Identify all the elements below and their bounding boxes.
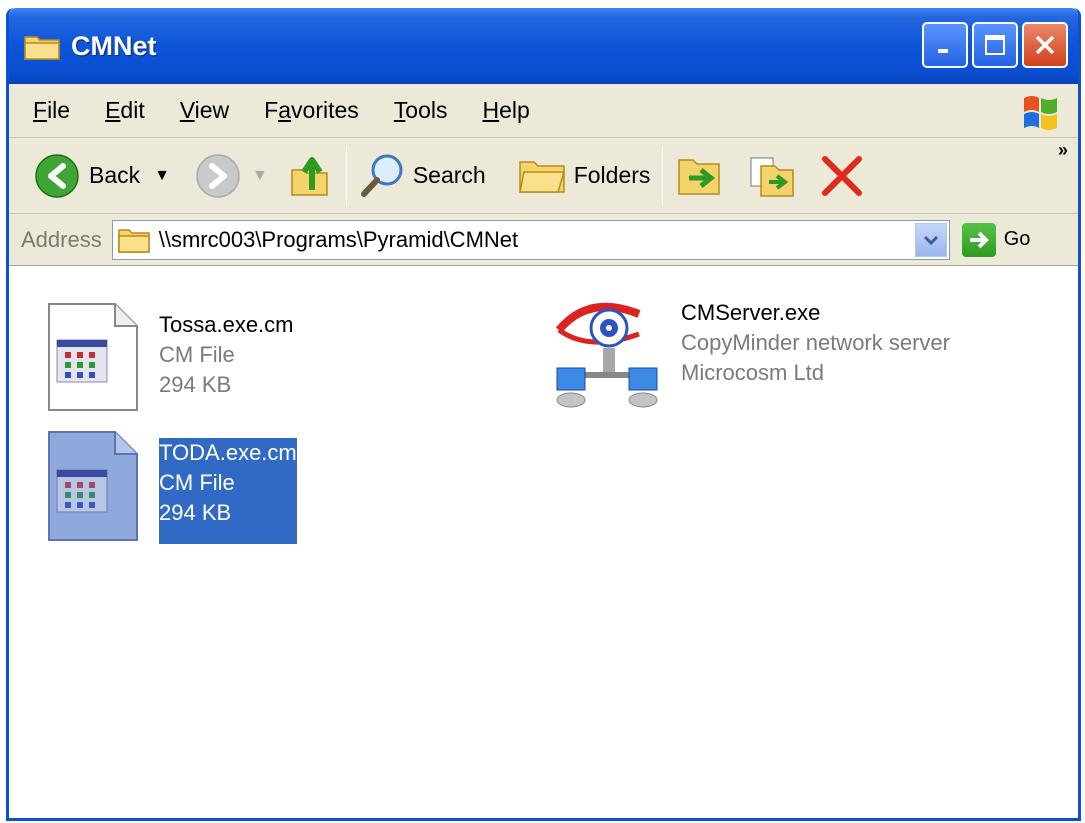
- file-size: 294 KB: [159, 372, 232, 397]
- maximize-button[interactable]: [972, 22, 1018, 68]
- address-input[interactable]: \\smrc003\Programs\Pyramid\CMNet: [111, 219, 950, 260]
- file-name: TODA.exe.cm: [159, 440, 297, 465]
- menu-view[interactable]: View: [180, 97, 229, 124]
- menu-edit[interactable]: Edit: [105, 97, 145, 124]
- close-icon: [1035, 35, 1055, 55]
- file-type: CM File: [159, 470, 235, 495]
- folders-label: Folders: [573, 162, 651, 188]
- move-to-icon: [678, 158, 721, 195]
- go-button[interactable]: Go: [961, 222, 1031, 257]
- up-folder-icon: [291, 156, 328, 196]
- cm-file-icon: [48, 303, 138, 411]
- search-button[interactable]: Search: [359, 152, 486, 200]
- copy-to-button[interactable]: [747, 152, 797, 200]
- menu-bar: File Edit View Favorites Tools Help: [9, 84, 1078, 138]
- up-folder-button[interactable]: [288, 152, 334, 200]
- move-to-button[interactable]: [675, 152, 725, 200]
- file-item-cmserver[interactable]: CMServer.exe CopyMinder network server M…: [553, 296, 950, 414]
- delete-button[interactable]: [819, 153, 865, 199]
- file-item-toda[interactable]: TODA.exe.cm CM File 294 KB: [45, 430, 297, 544]
- minimize-button[interactable]: [922, 22, 968, 68]
- file-size: 294 KB: [159, 500, 232, 525]
- file-name: Tossa.exe.cm: [159, 312, 294, 337]
- copy-to-icon: [750, 157, 795, 197]
- address-value: \\smrc003\Programs\Pyramid\CMNet: [158, 226, 519, 252]
- delete-icon: [822, 155, 863, 196]
- folders-icon: [518, 160, 565, 193]
- menu-tools[interactable]: Tools: [394, 97, 448, 124]
- menu-file[interactable]: File: [33, 97, 70, 124]
- menu-help[interactable]: Help: [482, 97, 529, 124]
- menu-favorites[interactable]: Favorites: [264, 97, 359, 124]
- minimize-icon: [938, 49, 948, 53]
- maximize-icon: [985, 35, 1005, 55]
- network-server-icon: [555, 302, 658, 408]
- file-type: CopyMinder network server: [681, 330, 950, 355]
- address-label: Address: [21, 226, 102, 252]
- file-details: CMServer.exe CopyMinder network server M…: [681, 298, 950, 414]
- address-dropdown-button[interactable]: [914, 222, 947, 257]
- back-button[interactable]: Back ▼: [33, 152, 170, 200]
- close-button[interactable]: [1022, 22, 1068, 68]
- cm-file-icon: [48, 431, 138, 541]
- explorer-window: CMNet File Edit View Favorites Tools Hel…: [6, 8, 1081, 821]
- file-name: CMServer.exe: [681, 300, 821, 325]
- window-title: CMNet: [71, 30, 157, 61]
- windows-logo-icon: [1018, 88, 1064, 134]
- file-type: CM File: [159, 342, 235, 367]
- standard-toolbar: Back ▼ ▼ Search Folders »: [9, 138, 1078, 214]
- file-item-tossa[interactable]: Tossa.exe.cm CM File 294 KB: [45, 302, 294, 414]
- forward-dropdown-icon[interactable]: ▼: [252, 167, 268, 185]
- search-icon: [360, 154, 403, 197]
- toolbar-separator: [345, 146, 347, 205]
- go-label: Go: [1003, 228, 1031, 250]
- file-list: Tossa.exe.cm CM File 294 KB CMServer.exe…: [9, 266, 1078, 818]
- folder-icon: [117, 228, 150, 253]
- toolbar-overflow-icon[interactable]: »: [1058, 140, 1068, 161]
- forward-button[interactable]: ▼: [194, 152, 268, 200]
- back-dropdown-icon[interactable]: ▼: [154, 167, 170, 185]
- search-label: Search: [412, 162, 486, 188]
- window-controls: [922, 22, 1068, 68]
- file-details: Tossa.exe.cm CM File 294 KB: [159, 310, 294, 414]
- back-arrow-icon: [35, 153, 79, 198]
- file-details: TODA.exe.cm CM File 294 KB: [159, 438, 297, 544]
- title-bar[interactable]: CMNet: [9, 8, 1078, 84]
- file-size: Microcosm Ltd: [681, 360, 825, 385]
- go-arrow-icon: [961, 222, 996, 257]
- folders-button[interactable]: Folders: [516, 154, 651, 198]
- chevron-down-icon: [923, 235, 938, 245]
- back-label: Back: [89, 162, 141, 188]
- forward-arrow-icon: [196, 153, 240, 198]
- folder-icon: [23, 31, 61, 61]
- address-bar: Address \\smrc003\Programs\Pyramid\CMNet…: [9, 214, 1078, 266]
- toolbar-separator: [662, 146, 664, 205]
